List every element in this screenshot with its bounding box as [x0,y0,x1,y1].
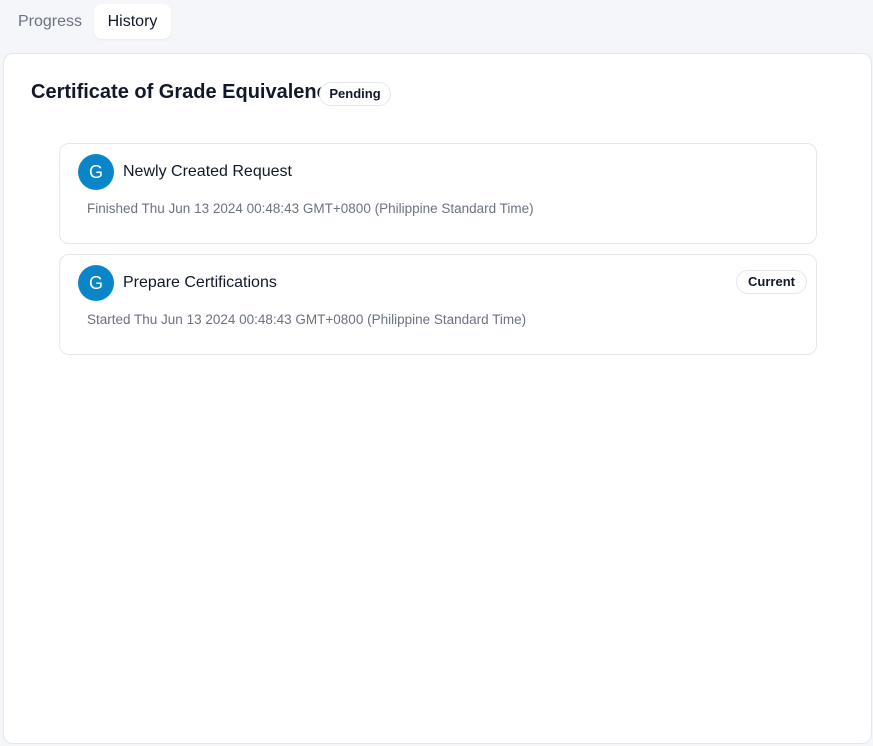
avatar: G [78,154,114,190]
history-item-time: Started Thu Jun 13 2024 00:48:43 GMT+080… [87,312,527,327]
history-panel: Certificate of Grade Equivalence Pending… [3,53,872,744]
current-badge: Current [736,270,807,294]
history-item-time: Finished Thu Jun 13 2024 00:48:43 GMT+08… [87,201,534,216]
history-item: G Newly Created Request Finished Thu Jun… [59,143,817,244]
tab-bar: Progress History [0,0,873,46]
page-title: Certificate of Grade Equivalence [31,81,339,103]
avatar: G [78,265,114,301]
history-item-title: Newly Created Request [123,163,292,180]
tab-progress[interactable]: Progress [9,4,91,39]
status-badge: Pending [319,82,391,106]
history-item: G Prepare Certifications Current Started… [59,254,817,355]
history-item-title: Prepare Certifications [123,274,277,291]
tab-history[interactable]: History [94,4,171,39]
